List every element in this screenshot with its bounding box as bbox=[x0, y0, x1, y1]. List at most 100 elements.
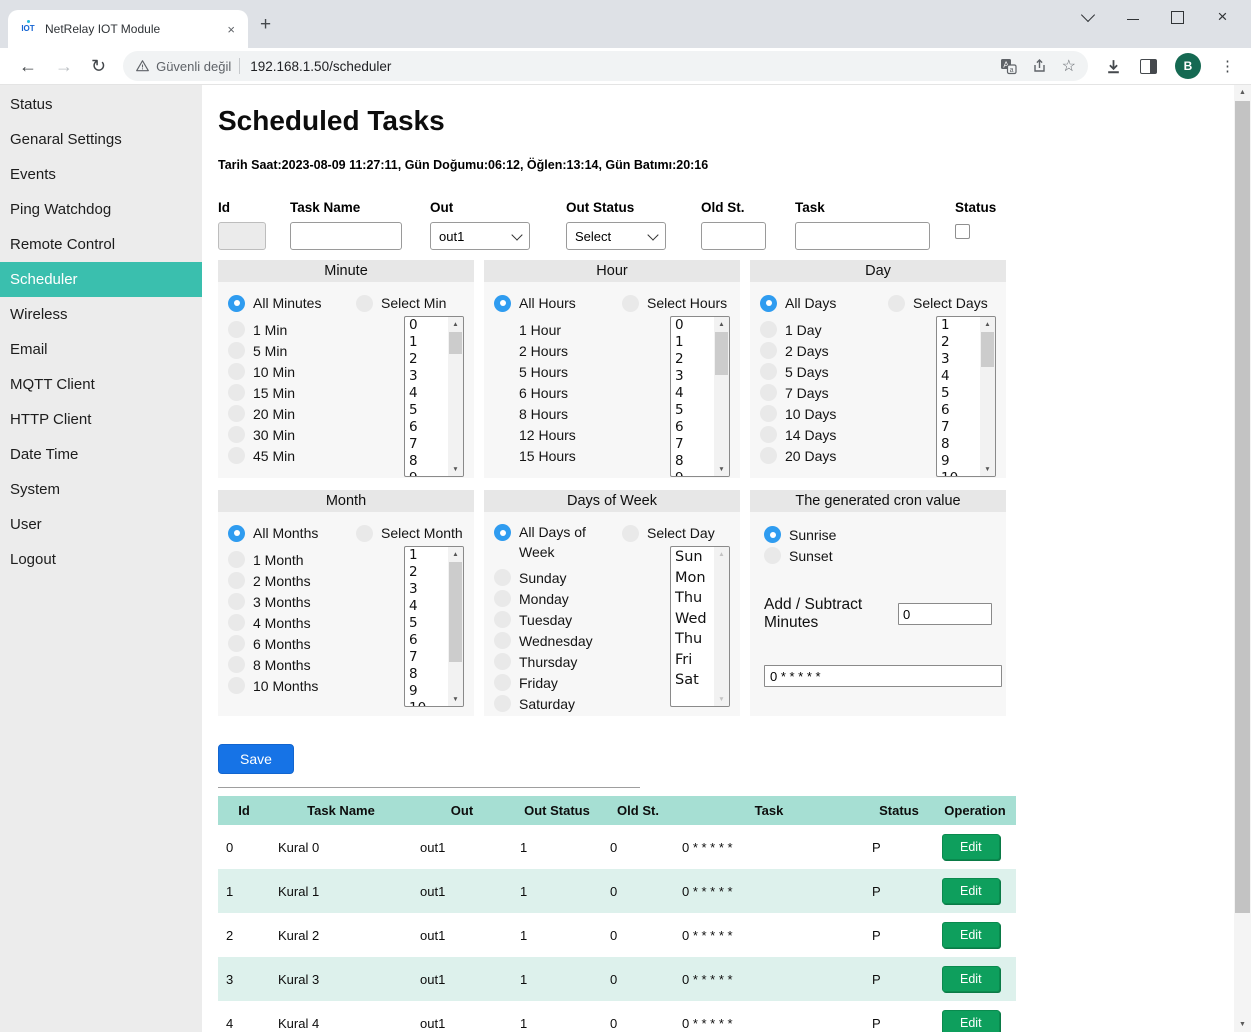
sunset-radio[interactable]: Sunset bbox=[764, 545, 992, 566]
minute-option-radio[interactable]: 1 Min bbox=[228, 319, 356, 340]
sidebar-item[interactable]: User bbox=[0, 507, 202, 542]
hour-option-radio[interactable]: 8 Hours bbox=[494, 403, 622, 424]
day-option-radio[interactable]: 2 Days bbox=[760, 340, 888, 361]
scroll-thumb[interactable] bbox=[1235, 101, 1250, 913]
list-option[interactable]: 9 bbox=[941, 453, 980, 470]
list-option[interactable]: 3 bbox=[409, 581, 448, 598]
list-option[interactable]: 2 bbox=[409, 351, 448, 368]
select-day-radio[interactable]: Select Day bbox=[622, 522, 730, 544]
list-option[interactable]: 6 bbox=[941, 402, 980, 419]
scroll-thumb[interactable] bbox=[715, 332, 728, 375]
list-option[interactable]: 7 bbox=[409, 649, 448, 666]
tab-close-icon[interactable]: × bbox=[224, 22, 238, 37]
translate-icon[interactable]: Aa bbox=[1000, 58, 1017, 75]
kebab-menu-icon[interactable]: ⋮ bbox=[1220, 57, 1235, 75]
listbox-scrollbar[interactable]: ▲ ▼ bbox=[448, 547, 463, 706]
list-option[interactable]: 4 bbox=[675, 385, 714, 402]
scroll-down-icon[interactable]: ▼ bbox=[452, 462, 458, 476]
new-tab-button[interactable]: + bbox=[260, 14, 271, 36]
list-option[interactable]: 8 bbox=[409, 666, 448, 683]
addsub-minutes-input[interactable] bbox=[898, 603, 992, 625]
sidebar-item[interactable]: MQTT Client bbox=[0, 367, 202, 402]
list-option[interactable]: 5 bbox=[941, 385, 980, 402]
day-option-radio[interactable]: 7 Days bbox=[760, 382, 888, 403]
list-option[interactable]: 4 bbox=[409, 385, 448, 402]
security-label[interactable]: Güvenli değil bbox=[156, 59, 231, 74]
url-text[interactable]: 192.168.1.50/scheduler bbox=[250, 59, 391, 74]
edit-button[interactable]: Edit bbox=[942, 1010, 1000, 1032]
list-option[interactable]: 6 bbox=[675, 419, 714, 436]
forward-icon[interactable]: → bbox=[55, 57, 73, 75]
all-hours-radio[interactable]: All Hours bbox=[494, 292, 622, 314]
scroll-up-icon[interactable]: ▲ bbox=[452, 547, 458, 561]
side-panel-icon[interactable] bbox=[1140, 59, 1157, 74]
day-listbox[interactable]: 12345678910 ▲ ▼ bbox=[936, 316, 996, 477]
weekday-option-radio[interactable]: Saturday bbox=[494, 693, 622, 714]
list-option[interactable]: 1 bbox=[409, 547, 448, 564]
scroll-down-icon[interactable]: ▼ bbox=[718, 462, 724, 476]
sidebar-item[interactable]: Wireless bbox=[0, 297, 202, 332]
select-days-radio[interactable]: Select Days bbox=[888, 292, 996, 314]
share-icon[interactable] bbox=[1031, 58, 1048, 74]
list-option[interactable]: 0 bbox=[675, 317, 714, 334]
scroll-thumb[interactable] bbox=[449, 562, 462, 662]
minute-option-radio[interactable]: 5 Min bbox=[228, 340, 356, 361]
minute-option-radio[interactable]: 45 Min bbox=[228, 445, 356, 466]
month-option-radio[interactable]: 8 Months bbox=[228, 654, 356, 675]
list-option[interactable]: 4 bbox=[941, 368, 980, 385]
minute-option-radio[interactable]: 15 Min bbox=[228, 382, 356, 403]
scroll-thumb[interactable] bbox=[981, 332, 994, 367]
month-listbox[interactable]: 12345678910 ▲ ▼ bbox=[404, 546, 464, 707]
scroll-thumb[interactable] bbox=[449, 332, 462, 354]
list-option[interactable]: 2 bbox=[675, 351, 714, 368]
list-option[interactable]: 2 bbox=[409, 564, 448, 581]
weekday-option-radio[interactable]: Friday bbox=[494, 672, 622, 693]
list-option[interactable]: Sun bbox=[675, 547, 714, 568]
hour-option-radio[interactable]: 2 Hours bbox=[494, 340, 622, 361]
cron-value-input[interactable] bbox=[764, 665, 1002, 687]
list-option[interactable]: 8 bbox=[941, 436, 980, 453]
list-option[interactable]: 7 bbox=[675, 436, 714, 453]
all-months-radio[interactable]: All Months bbox=[228, 522, 356, 544]
status-checkbox[interactable] bbox=[955, 224, 970, 239]
list-option[interactable]: 5 bbox=[409, 615, 448, 632]
scroll-up-icon[interactable]: ▲ bbox=[718, 317, 724, 331]
scroll-down-icon[interactable]: ▼ bbox=[452, 692, 458, 706]
all-days-of-week-radio[interactable]: All Days of Week bbox=[494, 522, 622, 562]
select-month-radio[interactable]: Select Month bbox=[356, 522, 464, 544]
old-st-input[interactable] bbox=[701, 222, 766, 250]
edit-button[interactable]: Edit bbox=[942, 878, 1000, 904]
month-option-radio[interactable]: 6 Months bbox=[228, 633, 356, 654]
browser-tab[interactable]: IOT NetRelay IOT Module × bbox=[8, 10, 248, 48]
day-option-radio[interactable]: 5 Days bbox=[760, 361, 888, 382]
all-minutes-radio[interactable]: All Minutes bbox=[228, 292, 356, 314]
list-option[interactable]: 2 bbox=[941, 334, 980, 351]
sidebar-item[interactable]: Status bbox=[0, 87, 202, 122]
list-option[interactable]: 3 bbox=[409, 368, 448, 385]
list-option[interactable]: Sat bbox=[675, 670, 714, 691]
listbox-scrollbar[interactable]: ▲ ▼ bbox=[714, 547, 729, 706]
list-option[interactable]: Wed bbox=[675, 609, 714, 630]
all-days-radio[interactable]: All Days bbox=[760, 292, 888, 314]
download-icon[interactable] bbox=[1105, 58, 1122, 75]
weekday-option-radio[interactable]: Wednesday bbox=[494, 630, 622, 651]
scroll-down-icon[interactable]: ▼ bbox=[984, 462, 990, 476]
url-bar[interactable]: Güvenli değil 192.168.1.50/scheduler Aa … bbox=[123, 51, 1088, 81]
task-input[interactable] bbox=[795, 222, 930, 250]
weekday-option-radio[interactable]: Tuesday bbox=[494, 609, 622, 630]
day-option-radio[interactable]: 14 Days bbox=[760, 424, 888, 445]
edit-button[interactable]: Edit bbox=[942, 922, 1000, 948]
sidebar-item[interactable]: HTTP Client bbox=[0, 402, 202, 437]
hour-option-radio[interactable]: 1 Hour bbox=[494, 319, 622, 340]
sidebar-item[interactable]: Scheduler bbox=[0, 262, 202, 297]
month-option-radio[interactable]: 4 Months bbox=[228, 612, 356, 633]
window-chevron-button[interactable] bbox=[1065, 2, 1110, 32]
list-option[interactable]: 7 bbox=[409, 436, 448, 453]
hour-option-radio[interactable]: 12 Hours bbox=[494, 424, 622, 445]
scroll-up-icon[interactable]: ▲ bbox=[984, 317, 990, 331]
list-option[interactable]: 8 bbox=[675, 453, 714, 470]
avatar[interactable]: B bbox=[1175, 53, 1201, 79]
scroll-down-icon[interactable]: ▼ bbox=[1234, 1017, 1251, 1032]
day-option-radio[interactable]: 20 Days bbox=[760, 445, 888, 466]
maximize-button[interactable] bbox=[1155, 2, 1200, 32]
